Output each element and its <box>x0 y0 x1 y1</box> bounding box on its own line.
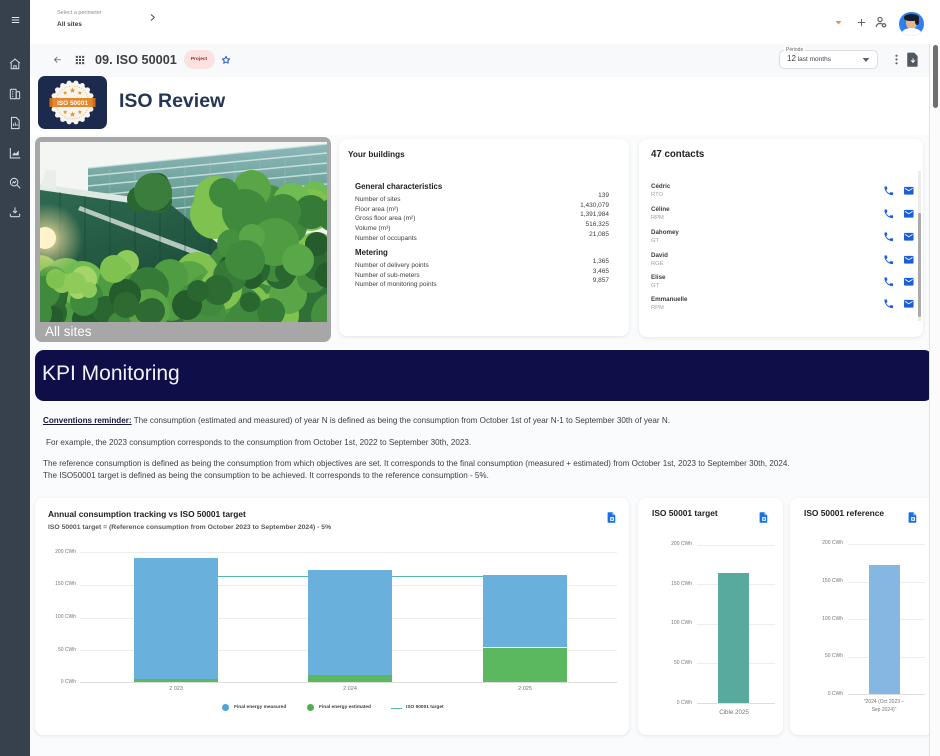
svg-text:ISO 50001: ISO 50001 <box>57 100 88 107</box>
